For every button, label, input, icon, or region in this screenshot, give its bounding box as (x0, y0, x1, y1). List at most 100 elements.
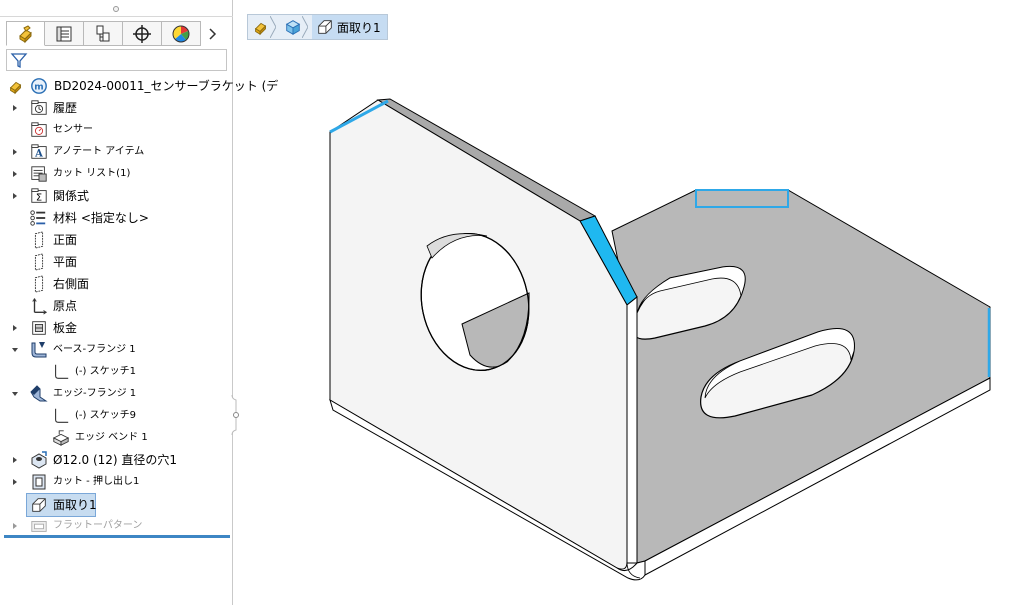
breadcrumb-part[interactable] (248, 15, 280, 39)
chamfer-icon (318, 20, 332, 34)
tree-item-label: 材料 <指定なし> (53, 211, 149, 225)
collapse-arrow-icon[interactable] (10, 345, 20, 355)
tree-item-label: 板金 (53, 321, 78, 335)
expand-arrow-icon[interactable] (10, 477, 20, 487)
plane-icon (29, 230, 49, 250)
tree-item-right-plane[interactable]: 右側面 (0, 273, 233, 295)
panel-grip[interactable] (0, 0, 233, 20)
tree-item-annotations[interactable]: A アノテート アイテム (0, 141, 233, 163)
tree-item-label: 正面 (53, 233, 78, 247)
expand-arrow-icon[interactable] (10, 521, 20, 531)
part-icon (6, 76, 26, 96)
sketch-icon (51, 406, 71, 426)
filter-icon (10, 53, 28, 69)
expand-arrow-icon[interactable] (10, 169, 20, 179)
expand-arrow-icon[interactable] (10, 323, 20, 333)
tree-item-label: Ø12.0 (12) 直径の穴1 (53, 453, 178, 467)
tree-item-sketch1[interactable]: (-) スケッチ1 (0, 361, 233, 383)
tree-item-flat-pattern[interactable]: フラットーパターン (0, 515, 233, 537)
grip-divider (0, 16, 233, 17)
tree-item-label: エッジ ベンド 1 (75, 432, 148, 443)
grip-handle[interactable] (113, 6, 119, 12)
material-icon (28, 208, 48, 228)
tree-item-label: カット - 押し出し1 (53, 476, 140, 487)
tree-item-label: 平面 (53, 255, 78, 269)
tree-item-label: 面取り1 (53, 498, 97, 512)
expand-arrow-icon[interactable] (10, 455, 20, 465)
bend-icon (51, 428, 71, 448)
cut-list-icon (29, 164, 49, 184)
tree-filter-box[interactable] (6, 49, 227, 71)
tree-item-label: ベース-フランジ 1 (53, 344, 136, 355)
property-manager-icon (56, 26, 72, 41)
tree-item-label: エッジ-フランジ 1 (53, 388, 137, 399)
sketch-icon (51, 362, 71, 382)
solid-body-icon (285, 20, 301, 35)
tree-item-label: フラットーパターン (53, 520, 143, 531)
chamfer-icon (29, 495, 49, 515)
manager-tabs (6, 21, 225, 48)
tree-item-label: センサー (53, 124, 93, 135)
edge-flange-icon (29, 384, 49, 404)
svg-text:Σ: Σ (36, 193, 42, 204)
tree-item-label: 履歴 (53, 101, 78, 115)
equations-folder-icon: Σ (29, 186, 49, 206)
expand-arrow-icon[interactable] (10, 191, 20, 201)
tree-item-material[interactable]: 材料 <指定なし> (0, 207, 233, 229)
cut-extrude-icon (29, 472, 49, 492)
breadcrumb-current-label: 面取り1 (337, 20, 381, 35)
dimxpert-icon (133, 24, 151, 43)
tabs-more-button[interactable] (201, 21, 225, 46)
tab-configuration-manager[interactable] (84, 21, 123, 46)
wall-side-edge-face (626, 295, 638, 564)
tree-item-edge-flange[interactable]: エッジ-フランジ 1 (0, 383, 233, 405)
breadcrumb-body[interactable] (280, 15, 312, 39)
graphics-area[interactable] (240, 40, 1024, 605)
tree-root-part[interactable]: m BD2024-00011_センサーブラケット (デ (0, 75, 278, 97)
tree-item-front-plane[interactable]: 正面 (0, 229, 233, 251)
tree-item-label: (-) スケッチ1 (75, 366, 136, 377)
history-folder-icon (29, 98, 49, 118)
tree-item-label: 右側面 (53, 277, 90, 291)
tree-item-sketch9[interactable]: (-) スケッチ9 (0, 405, 233, 427)
tree-item-equations[interactable]: Σ 関係式 (0, 185, 233, 207)
tab-display-manager[interactable] (162, 21, 201, 46)
plane-icon (29, 252, 49, 272)
tree-item-edge-bend[interactable]: エッジ ベンド 1 (0, 427, 233, 449)
feature-manager-panel: m BD2024-00011_センサーブラケット (デ 履歴 センサー A アノ… (0, 0, 278, 605)
sensor-folder-icon (29, 120, 49, 140)
tree-item-label: 関係式 (53, 189, 90, 203)
tree-item-origin[interactable]: 原点 (0, 295, 233, 317)
configuration-manager-icon (96, 25, 110, 41)
tree-item-sensors[interactable]: センサー (0, 119, 233, 141)
tree-item-base-flange[interactable]: ベース-フランジ 1 (0, 339, 233, 361)
breadcrumb-current-feature[interactable]: 面取り1 (312, 15, 387, 39)
flat-pattern-icon (29, 516, 49, 536)
rollback-bar[interactable] (4, 535, 230, 538)
annotations-folder-icon: A (29, 142, 49, 162)
breadcrumb-separator-icon (270, 16, 276, 38)
tree-item-top-plane[interactable]: 平面 (0, 251, 233, 273)
tree-item-history[interactable]: 履歴 (0, 97, 233, 119)
tree-item-hole-wizard[interactable]: Ø12.0 (12) 直径の穴1 (0, 449, 233, 471)
tree-item-chamfer[interactable]: 面取り1 (26, 493, 97, 517)
feature-manager-icon (18, 24, 32, 43)
display-manager-icon (172, 25, 190, 42)
tree-item-cut-list[interactable]: カット リスト(1) (0, 163, 233, 185)
tab-dimxpert[interactable] (123, 21, 162, 46)
tab-feature-manager[interactable] (6, 21, 45, 46)
svg-text:m: m (34, 83, 43, 93)
breadcrumb-separator-icon (302, 16, 308, 38)
expand-arrow-icon[interactable] (10, 103, 20, 113)
collapse-arrow-icon[interactable] (10, 389, 20, 399)
plane-icon (29, 274, 49, 294)
tree-item-label: (-) スケッチ9 (75, 410, 136, 421)
tree-item-sheet-metal[interactable]: 板金 (0, 317, 233, 339)
expand-arrow-icon[interactable] (10, 147, 20, 157)
macro-badge-icon: m (29, 76, 49, 96)
hole-wizard-icon (29, 450, 49, 470)
tree-item-cut-extrude[interactable]: カット - 押し出し1 (0, 471, 233, 493)
tab-property-manager[interactable] (45, 21, 84, 46)
tree-item-label: 原点 (53, 299, 78, 313)
tree-item-label: カット リスト(1) (53, 168, 131, 179)
